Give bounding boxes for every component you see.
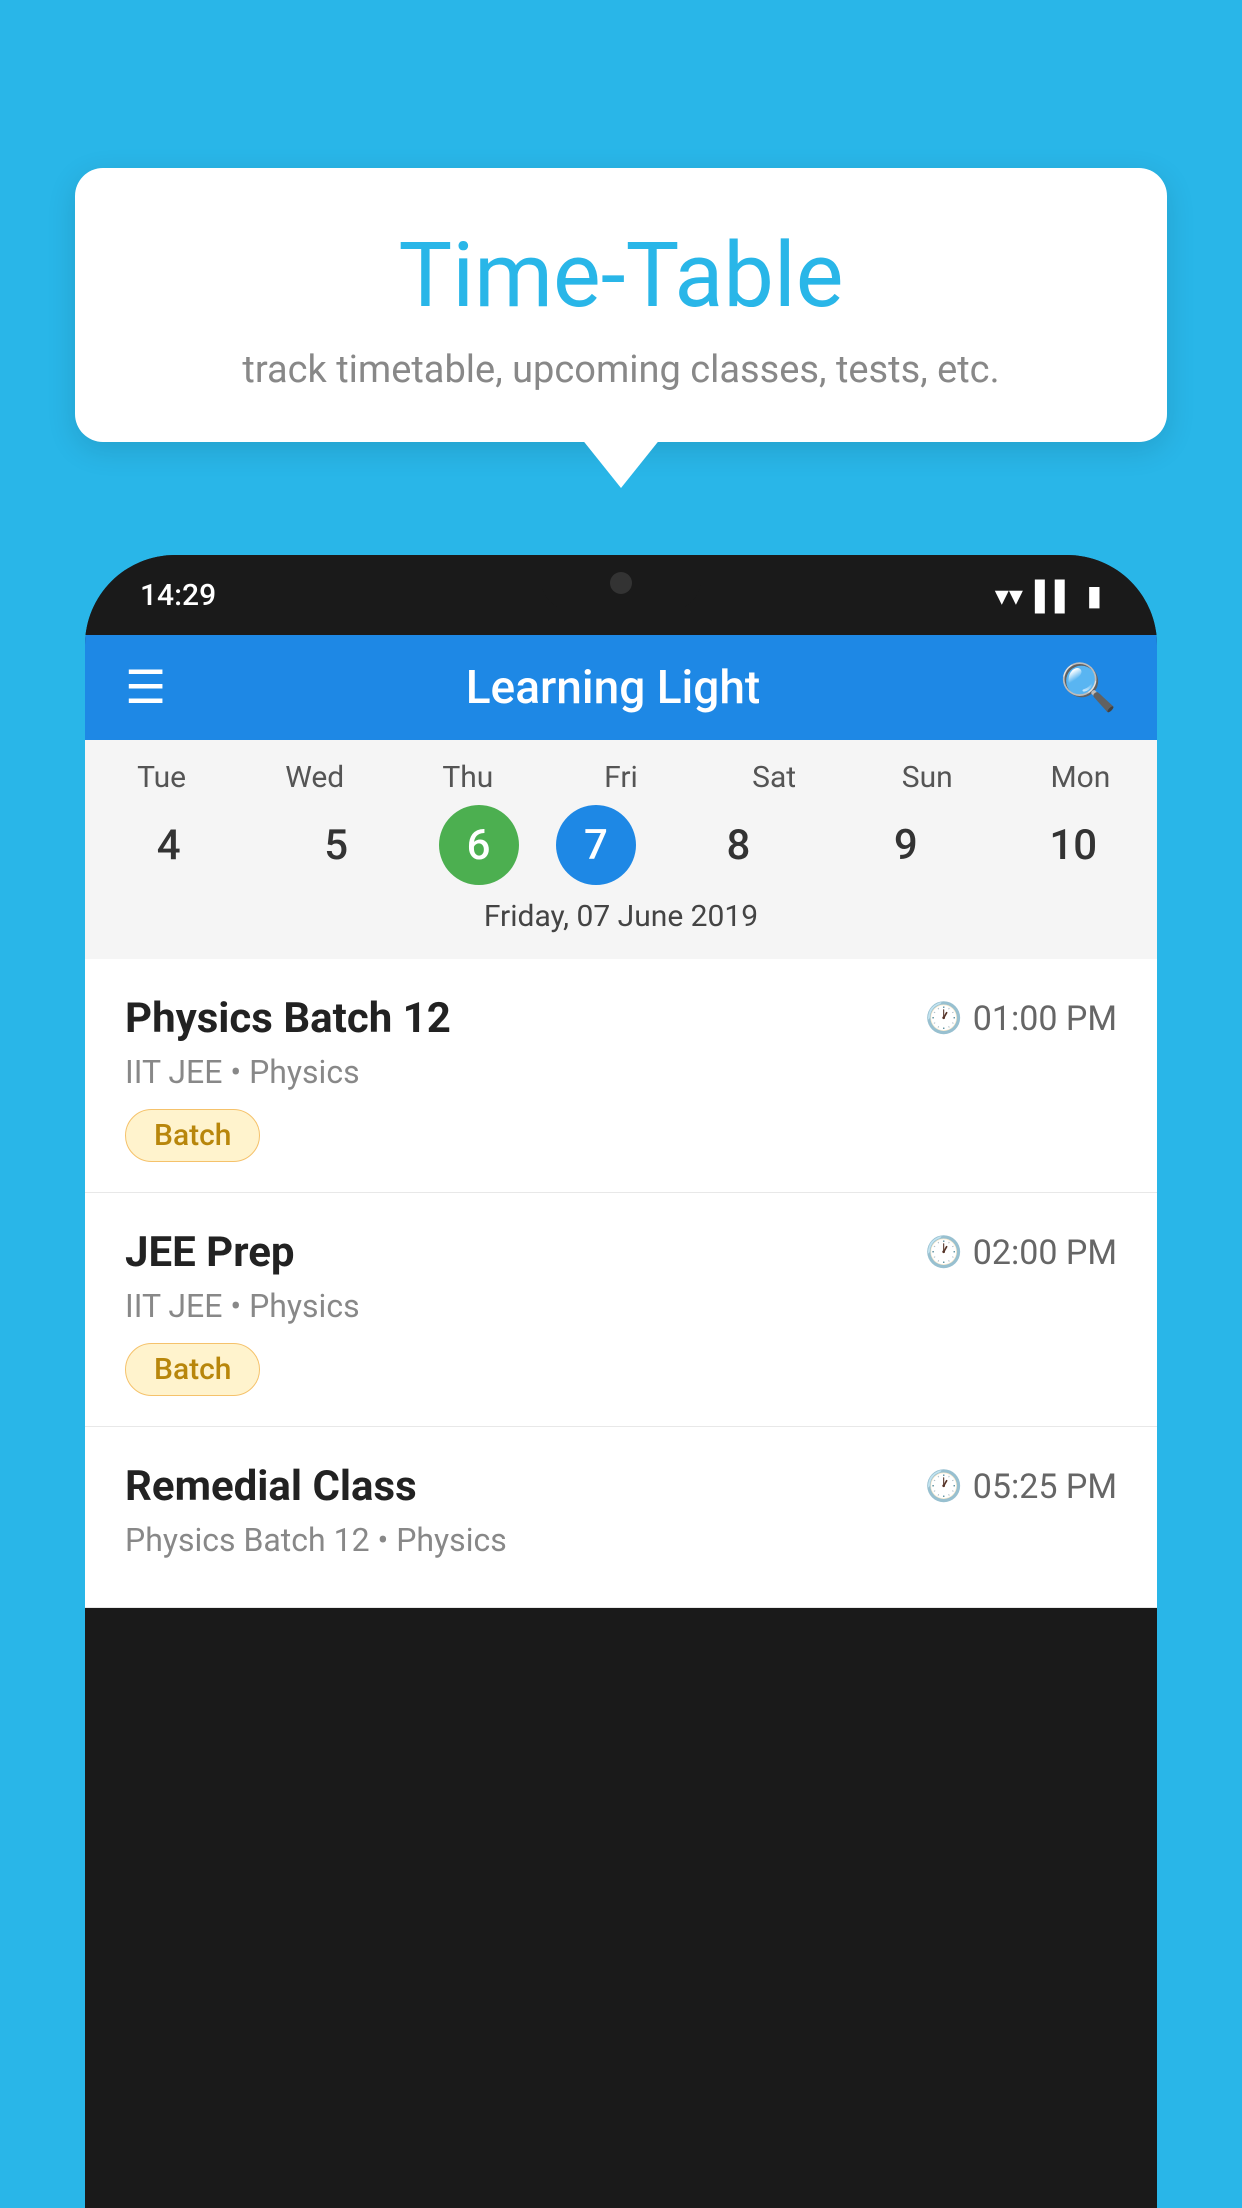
day-label-tue: Tue bbox=[97, 760, 227, 795]
class-time: 🕐 05:25 PM bbox=[925, 1467, 1117, 1507]
battery-icon: ▮ bbox=[1087, 579, 1102, 612]
tooltip-subtitle: track timetable, upcoming classes, tests… bbox=[135, 348, 1107, 392]
day-label-mon: Mon bbox=[1015, 760, 1145, 795]
clock-icon: 🕐 bbox=[925, 1235, 962, 1270]
camera-icon bbox=[610, 572, 632, 594]
day-num-7[interactable]: 7 bbox=[556, 805, 636, 885]
class-time: 🕐 02:00 PM bbox=[925, 1233, 1117, 1273]
day-label-thu: Thu bbox=[403, 760, 533, 795]
batch-badge: Batch bbox=[125, 1109, 260, 1162]
class-name: Remedial Class bbox=[125, 1462, 417, 1511]
day-label-sun: Sun bbox=[862, 760, 992, 795]
day-num-4[interactable]: 4 bbox=[104, 805, 234, 885]
class-item-2[interactable]: Remedial Class 🕐 05:25 PM Physics Batch 12… bbox=[85, 1427, 1157, 1608]
class-row-top: JEE Prep 🕐 02:00 PM bbox=[125, 1228, 1117, 1277]
day-label-wed: Wed bbox=[250, 760, 380, 795]
selected-date: Friday, 07 June 2019 bbox=[85, 885, 1157, 944]
day-numbers: 456789 10 bbox=[85, 805, 1157, 885]
class-name: Physics Batch 12 bbox=[125, 994, 451, 1043]
class-row-top: Remedial Class 🕐 05:25 PM bbox=[125, 1462, 1117, 1511]
day-num-8[interactable]: 8 bbox=[673, 805, 803, 885]
day-num-10[interactable]: 10 bbox=[1008, 805, 1138, 885]
class-row-top: Physics Batch 12 🕐 01:00 PM bbox=[125, 994, 1117, 1043]
class-item-1[interactable]: JEE Prep 🕐 02:00 PM IIT JEE • Physics Batch bbox=[85, 1193, 1157, 1427]
hamburger-icon[interactable]: ☰ bbox=[125, 665, 166, 711]
day-num-5[interactable]: 5 bbox=[271, 805, 401, 885]
day-headers: Tue Wed Thu Fri Sat Sun Mon bbox=[85, 760, 1157, 795]
day-label-fri: Fri bbox=[556, 760, 686, 795]
class-time: 🕐 01:00 PM bbox=[925, 999, 1117, 1039]
day-label-sat: Sat bbox=[709, 760, 839, 795]
status-time: 14:29 bbox=[140, 578, 216, 613]
class-subtitle: Physics Batch 12 • Physics bbox=[125, 1521, 1117, 1559]
search-icon[interactable]: 🔍 bbox=[1060, 661, 1117, 715]
class-name: JEE Prep bbox=[125, 1228, 295, 1277]
wifi-icon: ▾▾ bbox=[995, 579, 1023, 612]
tooltip-title: Time-Table bbox=[135, 223, 1107, 328]
tooltip-card: Time-Table track timetable, upcoming cla… bbox=[75, 168, 1167, 442]
class-subtitle: IIT JEE • Physics bbox=[125, 1287, 1117, 1325]
calendar-strip: Tue Wed Thu Fri Sat Sun Mon 456789 10 Friday, 0… bbox=[85, 740, 1157, 959]
batch-badge: Batch bbox=[125, 1343, 260, 1396]
clock-icon: 🕐 bbox=[925, 1469, 962, 1504]
app-bar: ☰ Learning Light 🔍 bbox=[85, 635, 1157, 740]
class-subtitle: IIT JEE • Physics bbox=[125, 1053, 1117, 1091]
notch bbox=[541, 555, 701, 610]
status-bar: 14:29 ▾▾ ▌▌ ▮ bbox=[85, 555, 1157, 635]
clock-icon: 🕐 bbox=[925, 1001, 962, 1036]
classes-list: Physics Batch 12 🕐 01:00 PM IIT JEE • Phys… bbox=[85, 959, 1157, 1608]
day-num-6[interactable]: 6 bbox=[439, 805, 519, 885]
app-bar-title: Learning Light bbox=[196, 661, 1029, 715]
phone-shell: 14:29 ▾▾ ▌▌ ▮ ☰ Learning Light 🔍 TueWedT… bbox=[85, 555, 1157, 2208]
signal-icon: ▌▌ bbox=[1035, 579, 1075, 612]
day-num-9[interactable]: 9 bbox=[841, 805, 971, 885]
class-item-0[interactable]: Physics Batch 12 🕐 01:00 PM IIT JEE • Phys… bbox=[85, 959, 1157, 1193]
status-icons: ▾▾ ▌▌ ▮ bbox=[995, 579, 1102, 612]
